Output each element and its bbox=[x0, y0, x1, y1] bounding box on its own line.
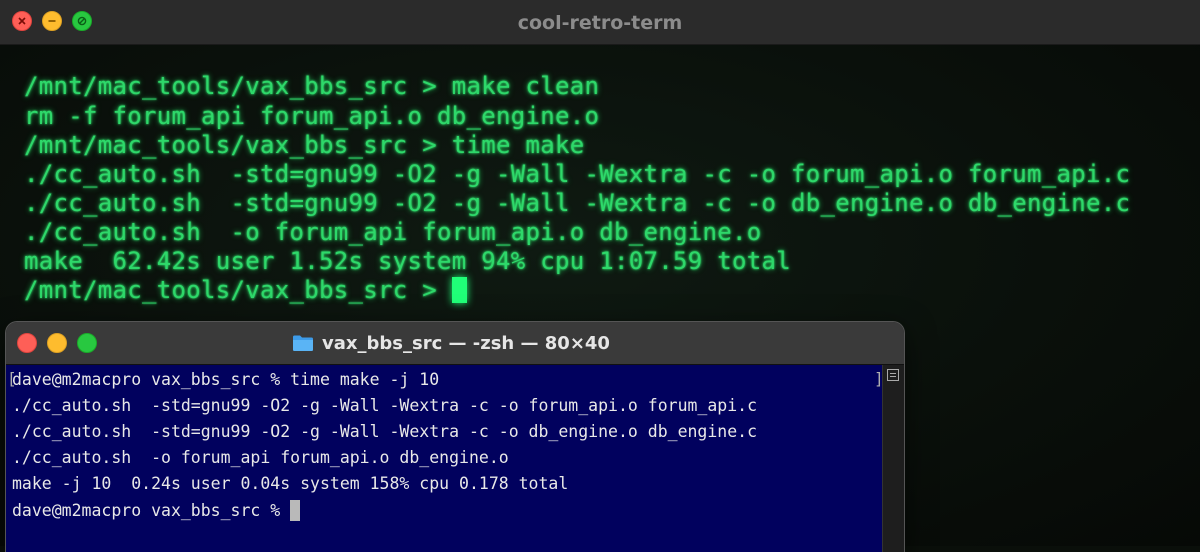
terminal-screen[interactable]: [ ] dave@m2macpro vax_bbs_src % time mak… bbox=[6, 365, 884, 552]
shell-prompt: /mnt/mac_tools/vax_bbs_src > bbox=[24, 276, 452, 304]
terminal-line: rm -f forum_api forum_api.o db_engine.o bbox=[24, 102, 600, 130]
terminal-title-bar: vax_bbs_src — -zsh — 80×40 bbox=[6, 322, 904, 365]
terminal-line: ./cc_auto.sh -o forum_api forum_api.o db… bbox=[24, 218, 762, 246]
text-cursor bbox=[451, 277, 467, 303]
zoom-button[interactable] bbox=[77, 333, 97, 353]
retro-title-bar: cool-retro-term bbox=[0, 0, 1200, 45]
terminal-line: make -j 10 0.24s user 0.04s system 158% … bbox=[12, 474, 569, 493]
close-button[interactable] bbox=[12, 11, 32, 31]
close-icon bbox=[18, 17, 26, 25]
terminal-line: /mnt/mac_tools/vax_bbs_src > make clean bbox=[24, 72, 600, 100]
terminal-line: /mnt/mac_tools/vax_bbs_src > time make bbox=[24, 131, 585, 159]
folder-icon bbox=[293, 335, 313, 351]
zoom-button[interactable] bbox=[72, 11, 92, 31]
terminal-line: ./cc_auto.sh -o forum_api forum_api.o db… bbox=[12, 448, 509, 467]
minimize-button[interactable] bbox=[42, 11, 62, 31]
split-pane-icon[interactable] bbox=[887, 369, 899, 381]
minimize-icon bbox=[48, 20, 56, 22]
window-title: cool-retro-term bbox=[517, 12, 683, 34]
prompt-line: dave@m2macpro vax_bbs_src % bbox=[12, 500, 301, 521]
scrollbar[interactable] bbox=[882, 365, 904, 552]
macos-terminal-window: vax_bbs_src — -zsh — 80×40 [ ] dave@m2ma… bbox=[6, 322, 904, 552]
no-entry-icon bbox=[77, 16, 87, 26]
terminal-line: ./cc_auto.sh -std=gnu99 -O2 -g -Wall -We… bbox=[24, 160, 1131, 188]
window-title: vax_bbs_src — -zsh — 80×40 bbox=[322, 332, 610, 354]
shell-prompt: dave@m2macpro vax_bbs_src % bbox=[12, 501, 291, 520]
terminal-line: ./cc_auto.sh -std=gnu99 -O2 -g -Wall -We… bbox=[24, 189, 1131, 217]
close-button[interactable] bbox=[17, 333, 37, 353]
terminal-line: dave@m2macpro vax_bbs_src % time make -j… bbox=[12, 370, 440, 389]
prompt-line: /mnt/mac_tools/vax_bbs_src > bbox=[24, 276, 467, 304]
terminal-line: ./cc_auto.sh -std=gnu99 -O2 -g -Wall -We… bbox=[12, 422, 758, 441]
terminal-line: make 62.42s user 1.52s system 94% cpu 1:… bbox=[24, 247, 791, 275]
minimize-button[interactable] bbox=[47, 333, 67, 353]
terminal-line: ./cc_auto.sh -std=gnu99 -O2 -g -Wall -We… bbox=[12, 396, 758, 415]
text-cursor bbox=[290, 500, 301, 521]
window-title-group: vax_bbs_src — -zsh — 80×40 bbox=[292, 332, 610, 354]
